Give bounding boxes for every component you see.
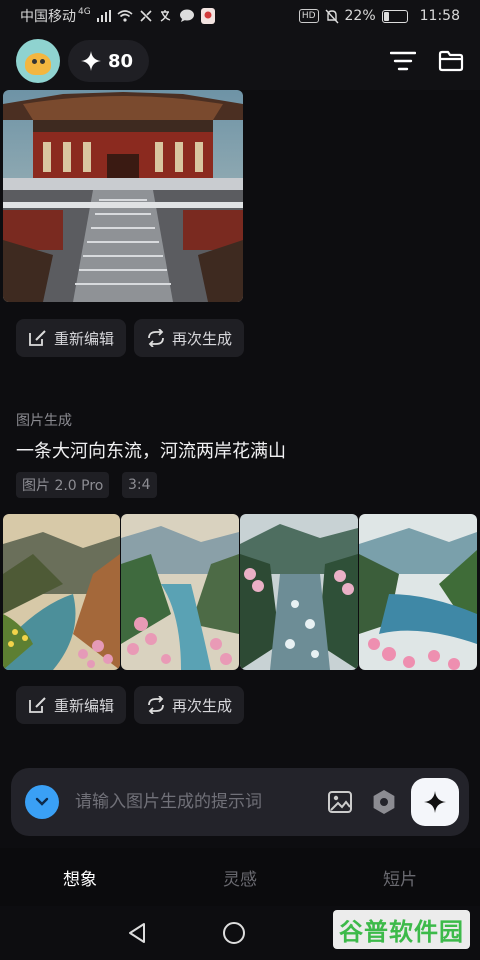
settings-hex-icon[interactable] xyxy=(371,789,397,815)
avatar-eye-left xyxy=(32,59,37,64)
palace-image xyxy=(3,90,243,302)
wifi-icon xyxy=(117,10,133,22)
regenerate-label: 再次生成 xyxy=(172,329,233,348)
battery-icon xyxy=(381,9,408,23)
prompt-text[interactable]: 一条大河向东流，河流两岸花满山 xyxy=(16,437,286,463)
refresh-icon xyxy=(148,329,164,347)
avatar-eye-right xyxy=(40,59,45,64)
edit-again-label: 重新编辑 xyxy=(54,696,115,715)
sparkle-icon xyxy=(424,791,446,813)
generated-image-river-1[interactable] xyxy=(3,514,120,670)
home-icon[interactable] xyxy=(222,921,246,945)
edit-again-button-2[interactable]: 重新编辑 xyxy=(16,686,127,724)
battery-fill xyxy=(383,11,389,21)
river-image-2 xyxy=(121,514,239,670)
edit-icon xyxy=(29,330,46,346)
ratio-tag: 3:4 xyxy=(122,472,157,498)
generation-feed[interactable]: 重新编辑 再次生成 图片生成 一条大河向东流，河流两岸花满山 图片 2.0 Pr… xyxy=(0,90,480,766)
generate-button[interactable] xyxy=(411,778,459,826)
clock: 11:58 xyxy=(419,8,460,24)
sparkle-icon xyxy=(81,51,101,71)
airplane-icon xyxy=(140,10,152,22)
avatar[interactable] xyxy=(16,39,60,83)
generated-image-river-2[interactable] xyxy=(121,514,239,670)
image-upload-icon[interactable] xyxy=(327,790,353,814)
regenerate-button-2[interactable]: 再次生成 xyxy=(134,686,245,724)
battery-percent: 22% xyxy=(344,8,376,24)
avatar-mascot xyxy=(25,53,51,75)
river-image-3 xyxy=(240,514,358,670)
translate-icon xyxy=(160,10,170,22)
edit-icon xyxy=(29,697,46,713)
tab-short-video[interactable]: 短片 xyxy=(320,848,480,906)
edit-again-label: 重新编辑 xyxy=(54,329,115,348)
prompt-input[interactable] xyxy=(75,792,317,812)
tab-inspiration[interactable]: 灵感 xyxy=(160,848,320,906)
expand-button[interactable] xyxy=(25,785,59,819)
credits-badge[interactable]: 80 xyxy=(68,40,150,82)
signal-icon xyxy=(96,10,111,22)
status-left: 中国移动 4G xyxy=(20,6,215,26)
folder-icon[interactable] xyxy=(438,50,464,72)
edit-again-button[interactable]: 重新编辑 xyxy=(16,319,127,357)
carrier-name: 中国移动 xyxy=(20,9,76,25)
credits-count: 80 xyxy=(108,50,134,72)
chat-icon xyxy=(179,9,194,22)
mute-bell-icon xyxy=(325,9,339,23)
model-tag: 图片 2.0 Pro xyxy=(16,472,110,498)
generated-image-river-3[interactable] xyxy=(240,514,358,670)
hd-badge: HD xyxy=(298,9,319,23)
refresh-icon xyxy=(148,696,164,714)
bottom-tab-bar: 想象 灵感 短片 xyxy=(0,848,480,906)
section-label: 图片生成 xyxy=(16,413,72,429)
generated-image-river-4[interactable] xyxy=(359,514,477,670)
watermark: 谷普软件园 xyxy=(333,910,470,949)
prompt-input-bar xyxy=(11,768,469,836)
filter-icon[interactable] xyxy=(390,51,416,71)
app-header: 80 xyxy=(0,32,480,90)
back-icon[interactable] xyxy=(126,922,148,944)
network-type: 4G xyxy=(78,7,91,17)
river-image-4 xyxy=(359,514,477,670)
chevron-down-icon xyxy=(35,797,49,806)
river-image-1 xyxy=(3,514,120,670)
status-right: HD 22% 11:58 xyxy=(298,8,460,24)
app-notify-icon xyxy=(200,8,215,24)
header-actions xyxy=(390,50,464,72)
regenerate-label: 再次生成 xyxy=(172,696,233,715)
tab-imagine[interactable]: 想象 xyxy=(0,848,160,906)
status-bar: 中国移动 4G HD 22% 11:58 xyxy=(0,0,480,32)
regenerate-button[interactable]: 再次生成 xyxy=(134,319,245,357)
generated-image-palace[interactable] xyxy=(3,90,243,302)
